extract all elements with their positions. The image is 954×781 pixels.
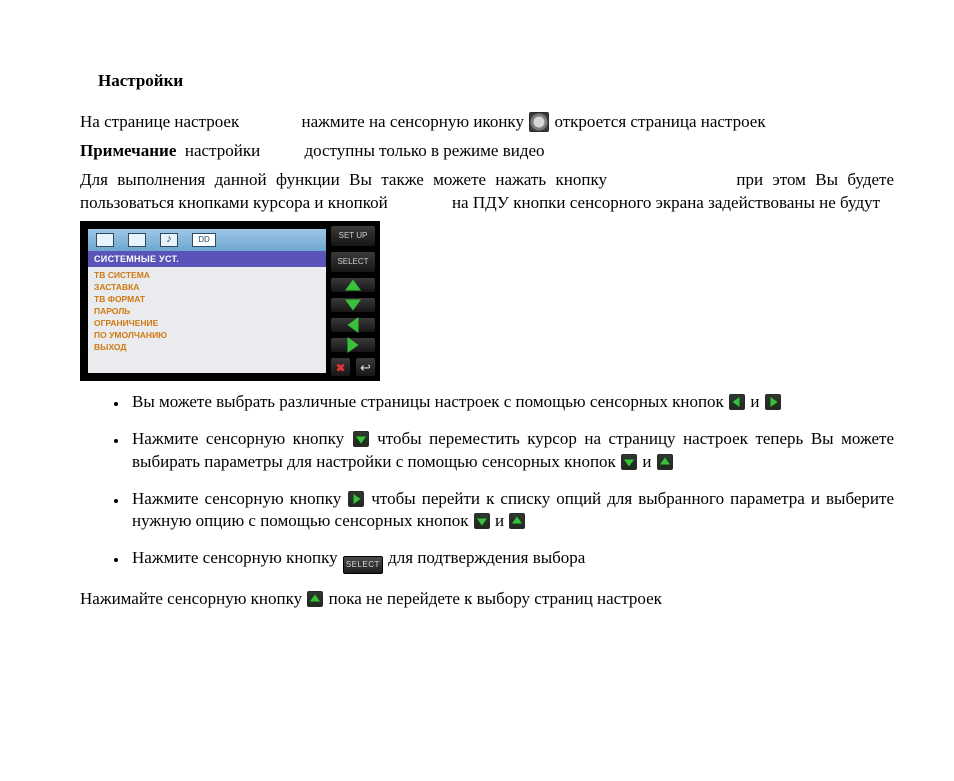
text: на ПДУ кнопки сенсорного экрана задейств… (452, 193, 880, 212)
gear-icon (529, 112, 549, 132)
nav-up-button[interactable] (330, 277, 376, 293)
tab-audio-icon (160, 233, 178, 247)
text: пока не перейдете к выбору страниц настр… (329, 589, 662, 608)
setup-button[interactable]: SET UP (330, 225, 376, 247)
list-item: Нажмите сенсорную кнопку чтобы перемести… (128, 428, 894, 474)
text: и (495, 511, 504, 530)
close-button[interactable] (330, 357, 351, 377)
tab-display-icon (96, 233, 114, 247)
nav-right-button[interactable] (330, 337, 376, 353)
menu-item: ВЫХОД (94, 341, 320, 353)
arrow-up-icon (657, 454, 673, 470)
text: Нажмите сенсорную кнопку (132, 548, 338, 567)
device-screenshot: DD СИСТЕМНЫЕ УСТ. ТВ СИСТЕМА ЗАСТАВКА ТВ… (80, 221, 380, 381)
text: и (642, 452, 651, 471)
text: Нажимайте сенсорную кнопку (80, 589, 302, 608)
arrow-left-icon (729, 394, 745, 410)
arrow-right-icon (348, 491, 364, 507)
arrow-up-icon (307, 591, 323, 607)
menu-item: ОГРАНИЧЕНИЕ (94, 317, 320, 329)
text: Нажмите сенсорную кнопку (132, 489, 341, 508)
nav-down-button[interactable] (330, 297, 376, 313)
text: доступны только в режиме видео (304, 141, 544, 160)
arrow-down-icon (621, 454, 637, 470)
intro-line: На странице настроек нажмите на сенсорну… (80, 111, 894, 134)
menu-item: ПАРОЛЬ (94, 305, 320, 317)
device-screen: DD СИСТЕМНЫЕ УСТ. ТВ СИСТЕМА ЗАСТАВКА ТВ… (88, 229, 326, 373)
instruction-list: Вы можете выбрать различные страницы нас… (80, 391, 894, 575)
return-button[interactable] (355, 357, 376, 377)
page-title: Настройки (98, 70, 894, 93)
arrow-down-icon (353, 431, 369, 447)
device-tabs: DD (88, 229, 326, 251)
menu-item: ТВ ФОРМАТ (94, 293, 320, 305)
document-page: Настройки На странице настроек нажмите н… (0, 0, 954, 611)
arrow-down-icon (474, 513, 490, 529)
select-icon: SELECT (343, 556, 383, 574)
list-item: Нажмите сенсорную кнопку чтобы перейти к… (128, 488, 894, 534)
text: Для выполнения данной функции Вы также м… (80, 170, 607, 189)
text: На странице настроек (80, 112, 239, 131)
nav-left-button[interactable] (330, 317, 376, 333)
text: и (750, 392, 759, 411)
closing-line: Нажимайте сенсорную кнопку пока не перей… (80, 588, 894, 611)
device-menu-header: СИСТЕМНЫЕ УСТ. (88, 251, 326, 267)
arrow-up-icon (509, 513, 525, 529)
note-line: Примечание настройки доступны только в р… (80, 140, 894, 163)
device-menu: ТВ СИСТЕМА ЗАСТАВКА ТВ ФОРМАТ ПАРОЛЬ ОГР… (88, 267, 326, 373)
remote-note: Для выполнения данной функции Вы также м… (80, 169, 894, 215)
text: Нажмите сенсорную кнопку (132, 429, 344, 448)
text: откроется страница настроек (554, 112, 765, 131)
text: для подтверждения выбора (388, 548, 585, 567)
text: нажмите на сенсорную иконку (301, 112, 523, 131)
text: настройки (185, 141, 260, 160)
device-side-controls: SET UP SELECT (330, 225, 376, 377)
menu-item: ТВ СИСТЕМА (94, 269, 320, 281)
menu-item: ПО УМОЛЧАНИЮ (94, 329, 320, 341)
note-label: Примечание (80, 141, 176, 160)
text: Вы можете выбрать различные страницы нас… (132, 392, 724, 411)
list-item: Вы можете выбрать различные страницы нас… (128, 391, 894, 414)
tab-speaker-icon (128, 233, 146, 247)
menu-item: ЗАСТАВКА (94, 281, 320, 293)
arrow-right-icon (765, 394, 781, 410)
list-item: Нажмите сенсорную кнопку SELECT для подт… (128, 547, 894, 574)
select-button[interactable]: SELECT (330, 251, 376, 273)
tab-dolby-icon: DD (192, 233, 216, 247)
